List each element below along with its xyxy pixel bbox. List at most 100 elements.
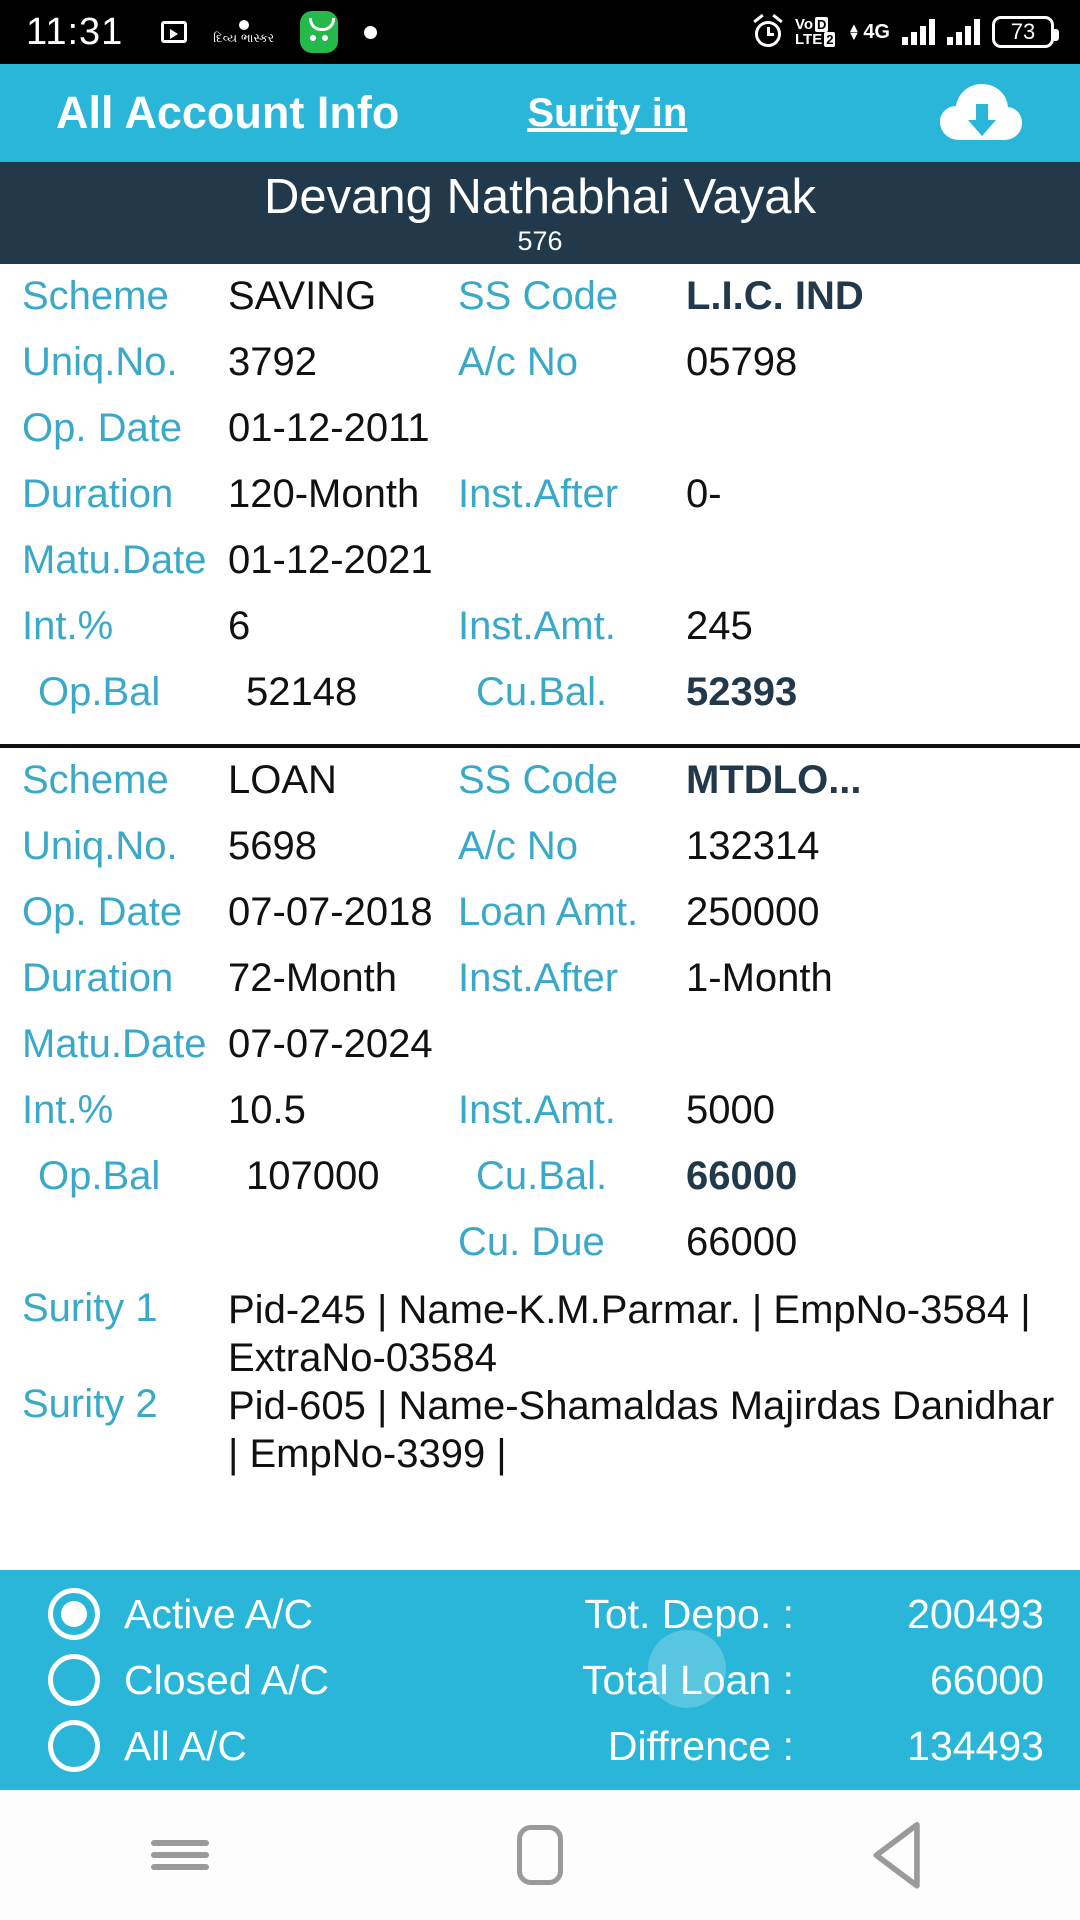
alarm-icon xyxy=(753,13,783,47)
field-value-left: 5698 xyxy=(228,824,317,868)
filter-option-all-a-c[interactable]: All A/C xyxy=(48,1713,500,1779)
field-label-left: Uniq.No. xyxy=(22,340,178,384)
download-cloud-icon[interactable] xyxy=(938,82,1024,144)
radio-inner-dot xyxy=(61,1601,87,1627)
account-field-row: Op. Date 01-12-2011 xyxy=(0,406,1080,472)
field-value-left: LOAN xyxy=(228,758,337,802)
field-label-left: Scheme xyxy=(22,758,169,802)
surety-value: Pid-245 | Name-K.M.Parmar. | EmpNo-3584 … xyxy=(228,1288,1031,1380)
field-value-left: 107000 xyxy=(246,1154,380,1198)
totals-group: Tot. Depo. : 200493 Total Loan : 66000 Diffr… xyxy=(500,1581,1080,1779)
field-label-right: A/c No xyxy=(458,824,579,868)
field-label-left: Op. Date xyxy=(22,890,183,934)
surity-in-link[interactable]: Surity in xyxy=(527,91,687,136)
filter-option-active-a-c[interactable]: Active A/C xyxy=(48,1581,500,1647)
field-value-left: 01-12-2021 xyxy=(228,538,433,582)
volte-icon: Vo D LTE 2 xyxy=(794,16,836,48)
account-field-row: Scheme LOAN SS Code MTDLO... xyxy=(0,758,1080,824)
field-value-right: 5000 xyxy=(686,1088,775,1132)
field-value-left: 01-12-2011 xyxy=(228,406,430,450)
field-label-left: Duration xyxy=(22,472,174,516)
account-field-row: Duration 72-Month Inst.After 1-Month xyxy=(0,956,1080,1022)
account-field-row: Uniq.No. 3792 A/c No 05798 xyxy=(0,340,1080,406)
field-label-right: Inst.Amt. xyxy=(458,604,616,648)
account-field-row: Duration 120-Month Inst.After 0- xyxy=(0,472,1080,538)
signal-strength-sim2-icon xyxy=(947,19,980,45)
field-label-right: Inst.After xyxy=(458,956,619,1000)
field-value-left: SAVING xyxy=(228,274,377,318)
field-label-right: A/c No xyxy=(458,340,579,384)
account-list[interactable]: Scheme SAVING SS Code L.I.C. IND Uniq.No. 379… xyxy=(0,264,1080,1570)
filter-option-label: Active A/C xyxy=(124,1590,314,1637)
field-value-right: 66000 xyxy=(686,1220,798,1264)
account-card[interactable]: Scheme LOAN SS Code MTDLO... Uniq.No. 5698 A/c… xyxy=(0,748,1080,1478)
sim-index-label: 2 xyxy=(824,32,836,47)
total-label: Diffrence : xyxy=(607,1722,794,1769)
field-label-right: Cu. Due xyxy=(458,1220,605,1264)
account-field-row: Int.% 10.5 Inst.Amt. 5000 xyxy=(0,1088,1080,1154)
dot-indicator-icon xyxy=(364,25,378,39)
back-icon[interactable] xyxy=(865,1820,935,1890)
field-label-left: Duration xyxy=(22,956,174,1000)
field-value-left: 10.5 xyxy=(228,1088,306,1132)
signal-strength-sim1-icon xyxy=(902,19,935,45)
status-bar-notification-icons: દિવ્ય ભાસ્કર xyxy=(161,11,378,53)
field-value-left: 6 xyxy=(228,604,251,648)
field-label-left: Int.% xyxy=(22,604,114,648)
radio-button-selected[interactable] xyxy=(48,1588,100,1640)
field-value-right: L.I.C. IND xyxy=(686,274,864,318)
total-label: Total Loan : xyxy=(582,1656,794,1703)
status-bar: 11:31 દિવ્ય ભાસ્કર Vo D LTE 2 ▲ ▼ 4G 73 xyxy=(0,0,1080,64)
battery-icon: 73 xyxy=(992,16,1059,48)
account-filter-group[interactable]: Active A/C Closed A/C All A/C xyxy=(0,1581,500,1779)
field-label-right: Cu.Bal. xyxy=(476,1154,608,1198)
gujarati-app-label: દિવ્ય ભાસ્કર xyxy=(213,31,275,45)
field-value-left: 120-Month xyxy=(228,472,420,516)
surety-label: Surity 2 xyxy=(22,1382,158,1426)
field-value-right: 66000 xyxy=(686,1154,798,1198)
data-type-label: 4G xyxy=(863,20,890,43)
status-bar-clock: 11:31 xyxy=(26,10,124,53)
account-card[interactable]: Scheme SAVING SS Code L.I.C. IND Uniq.No. 379… xyxy=(0,264,1080,736)
video-recorder-icon xyxy=(161,21,188,43)
field-value-left: 72-Month xyxy=(228,956,397,1000)
filter-option-label: Closed A/C xyxy=(124,1656,330,1703)
summary-panel: Active A/C Closed A/C All A/C Tot. Depo. :… xyxy=(0,1570,1080,1790)
surety-row: Surity 1 Pid-245 | Name-K.M.Parmar. | Emp… xyxy=(0,1286,1080,1382)
field-label-left: Op. Date xyxy=(22,406,183,450)
field-label-left: Op.Bal xyxy=(38,1154,161,1198)
mobile-data-icon: ▲ ▼ 4G xyxy=(847,20,890,43)
app-bar: All Account Info Surity in xyxy=(0,64,1080,162)
field-label-left: Uniq.No. xyxy=(22,824,178,868)
home-icon[interactable] xyxy=(505,1820,575,1890)
field-label-right: Cu.Bal. xyxy=(476,670,608,714)
green-app-icon xyxy=(300,11,339,53)
field-label-right: Inst.After xyxy=(458,472,619,516)
gujarati-app-icon: દિવ્ય ભાસ્કર xyxy=(213,20,274,44)
radio-button-unselected[interactable] xyxy=(48,1720,100,1772)
account-field-row: Op.Bal 107000 Cu.Bal. 66000 xyxy=(0,1154,1080,1220)
account-field-row: Uniq.No. 5698 A/c No 132314 xyxy=(0,824,1080,890)
phone-screen: 11:31 દિવ્ય ભાસ્કર Vo D LTE 2 ▲ ▼ 4G 73 … xyxy=(0,0,1080,1920)
surety-value: Pid-605 | Name-Shamaldas Majirdas Danidh… xyxy=(228,1384,1055,1476)
total-label: Tot. Depo. : xyxy=(584,1590,794,1637)
radio-button-unselected[interactable] xyxy=(48,1654,100,1706)
field-value-right: 132314 xyxy=(686,824,820,868)
menu-icon[interactable] xyxy=(145,1820,215,1890)
total-value: 66000 xyxy=(929,1656,1044,1703)
account-field-row: Matu.Date 01-12-2021 xyxy=(0,538,1080,604)
filter-option-closed-a-c[interactable]: Closed A/C xyxy=(48,1647,500,1713)
field-label-left: Int.% xyxy=(22,1088,114,1132)
page-title: All Account Info xyxy=(56,87,400,138)
field-label-right: SS Code xyxy=(458,758,619,802)
field-label-right: Loan Amt. xyxy=(458,890,639,934)
field-value-left: 07-07-2024 xyxy=(228,1022,433,1066)
field-value-right: MTDLO... xyxy=(686,758,862,802)
field-value-right: 250000 xyxy=(686,890,820,934)
filter-option-label: All A/C xyxy=(124,1722,248,1769)
field-value-right: 245 xyxy=(686,604,753,648)
total-row: Tot. Depo. : 200493 xyxy=(500,1581,1044,1647)
field-value-left: 07-07-2018 xyxy=(228,890,433,934)
surety-label: Surity 1 xyxy=(22,1286,158,1330)
member-code: 576 xyxy=(517,226,563,256)
